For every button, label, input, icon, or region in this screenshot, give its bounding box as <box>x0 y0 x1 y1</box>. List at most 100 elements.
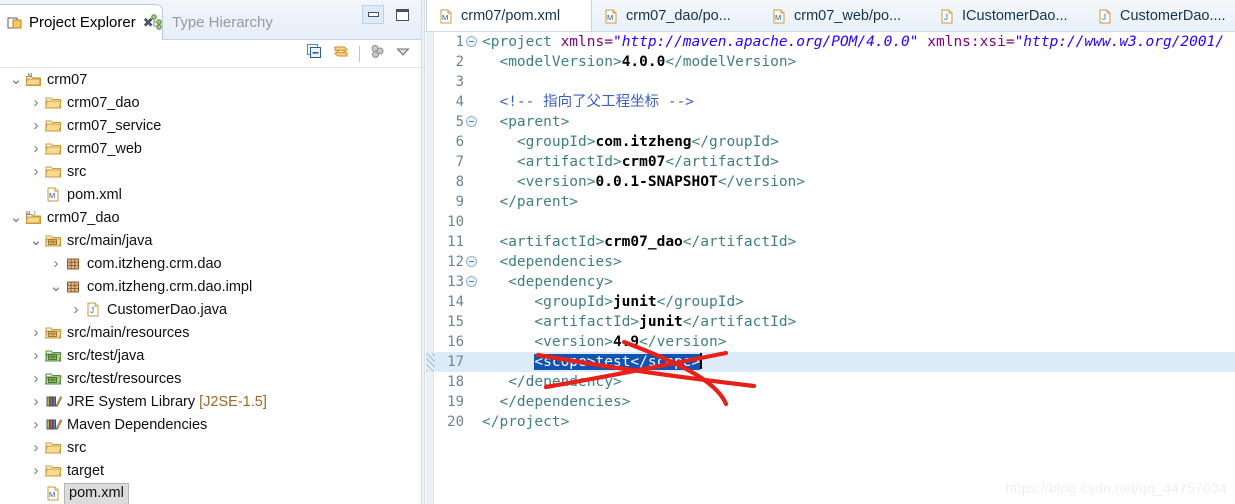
tree-item-crm07[interactable]: ⌄ Mcrm07 <box>0 68 421 91</box>
code-token: </groupId> <box>656 294 744 310</box>
code-line-6[interactable]: 6 <groupId>com.itzheng</groupId> <box>426 132 1235 152</box>
tree-item-target[interactable]: › target <box>0 459 421 482</box>
code-line-20[interactable]: 20 </project> <box>426 412 1235 432</box>
code-line-4[interactable]: 4 <!-- 指向了父工程坐标 --> <box>426 92 1235 112</box>
chevron-down-icon[interactable]: ⌄ <box>48 279 64 294</box>
tree-item-label: src/main/java <box>67 232 153 249</box>
project-explorer-view: Project Explorer ✖ Type Hierarchy ⌄ M cr… <box>0 0 421 504</box>
code-line-8[interactable]: 8 <version>0.0.1-SNAPSHOT</version> <box>426 172 1235 192</box>
tree-item-src-test-resources[interactable]: › src/test/resources <box>0 367 421 390</box>
focus-task-icon[interactable] <box>369 43 386 65</box>
code-line-1[interactable]: 1 <project xmlns="http://maven.apache.org… <box>426 32 1235 52</box>
tree-item-crm07-dao[interactable]: › crm07_dao <box>0 91 421 114</box>
code-token: <modelVersion> <box>482 54 622 70</box>
editor-tab-label: crm07_dao/po... <box>626 8 731 24</box>
tree-item-src-test-java[interactable]: › src/test/java <box>0 344 421 367</box>
editor-area: Mcrm07/pom.xml Mcrm07_dao/po... Mcrm07_web… <box>426 0 1235 504</box>
collapse-all-icon[interactable] <box>306 43 323 65</box>
code-token: <groupId> <box>482 134 596 150</box>
code-line-13[interactable]: 13 <dependency> <box>426 272 1235 292</box>
tree-item-crm07-dao[interactable]: ⌄ M J crm07_dao <box>0 206 421 229</box>
code-line-5[interactable]: 5 <parent> <box>426 112 1235 132</box>
tree-item-src-main-java[interactable]: ⌄ src/main/java <box>0 229 421 252</box>
tree-item-src-main-resources[interactable]: › src/main/resources <box>0 321 421 344</box>
code-line-15[interactable]: 15 <artifactId>junit</artifactId> <box>426 312 1235 332</box>
fold-collapse-icon[interactable] <box>466 36 477 47</box>
chevron-down-icon[interactable]: ⌄ <box>8 72 24 87</box>
tree-item-label: src/test/resources <box>67 370 182 387</box>
line-text: <groupId>junit</groupId> <box>482 292 744 312</box>
tree-item-src[interactable]: › src <box>0 160 421 183</box>
line-number: 19 <box>447 394 464 410</box>
code-line-18[interactable]: 18 </dependency> <box>426 372 1235 392</box>
line-number: 2 <box>455 54 464 70</box>
chevron-down-icon[interactable] <box>395 45 411 64</box>
line-text: <artifactId>junit</artifactId> <box>482 312 796 332</box>
code-token: junit <box>612 294 657 310</box>
chevron-right-icon[interactable]: › <box>68 301 84 318</box>
editor-tab-0[interactable]: Mcrm07/pom.xml <box>426 0 592 31</box>
tree-item-com-itzheng-crm-dao[interactable]: › com.itzheng.crm.dao <box>0 252 421 275</box>
tree-item-label: com.itzheng.crm.dao.impl <box>87 278 253 295</box>
tree-item-maven-dependencies[interactable]: › Maven Dependencies <box>0 413 421 436</box>
fold-collapse-icon[interactable] <box>466 276 477 287</box>
code-line-7[interactable]: 7 <artifactId>crm07</artifactId> <box>426 152 1235 172</box>
tree-item-com-itzheng-crm-dao-impl[interactable]: ⌄ com.itzheng.crm.dao.impl <box>0 275 421 298</box>
chevron-right-icon[interactable]: › <box>28 462 44 479</box>
code-token: <parent> <box>482 114 570 130</box>
chevron-down-icon[interactable]: ⌄ <box>28 233 44 248</box>
code-line-14[interactable]: 14 <groupId>junit</groupId> <box>426 292 1235 312</box>
editor-tab-2[interactable]: Mcrm07_web/po... <box>760 0 928 31</box>
tree-item-jre-system-library[interactable]: › JRE System Library [J2SE-1.5] <box>0 390 421 413</box>
chevron-right-icon[interactable]: › <box>28 347 44 364</box>
tree-item-pom-xml[interactable]: Mpom.xml <box>0 482 421 504</box>
tree-item-crm07-service[interactable]: › crm07_service <box>0 114 421 137</box>
tree-item-customerdao-java[interactable]: › J CustomerDao.java <box>0 298 421 321</box>
code-line-16[interactable]: 16 <version>4.9</version> <box>426 332 1235 352</box>
chevron-right-icon[interactable]: › <box>28 140 44 157</box>
minimize-icon[interactable] <box>362 5 384 24</box>
chevron-down-icon[interactable]: ⌄ <box>8 210 24 225</box>
source-folder-icon <box>44 325 62 340</box>
code-line-12[interactable]: 12 <dependencies> <box>426 252 1235 272</box>
code-line-2[interactable]: 2 <modelVersion>4.0.0</modelVersion> <box>426 52 1235 72</box>
editor-tab-4[interactable]: J CustomerDao.... <box>1086 0 1235 31</box>
project-tree[interactable]: ⌄ Mcrm07 › crm07_dao › crm07_service › crm07_we… <box>0 68 421 504</box>
chevron-right-icon[interactable]: › <box>28 393 44 410</box>
link-with-editor-icon[interactable] <box>332 43 350 65</box>
code-token: <dependency> <box>482 274 613 290</box>
chevron-right-icon[interactable]: › <box>28 94 44 111</box>
chevron-right-icon[interactable]: › <box>28 163 44 180</box>
code-line-19[interactable]: 19 </dependencies> <box>426 392 1235 412</box>
code-line-10[interactable]: 10 <box>426 212 1235 232</box>
tree-item-pom-xml[interactable]: Mpom.xml <box>0 183 421 206</box>
line-number: 20 <box>447 414 464 430</box>
chevron-right-icon[interactable]: › <box>28 416 44 433</box>
code-line-17[interactable]: 17 <scope>test</scope> <box>426 352 1235 372</box>
code-line-9[interactable]: 9 </parent> <box>426 192 1235 212</box>
fold-collapse-icon[interactable] <box>466 256 477 267</box>
library-icon <box>44 394 62 409</box>
chevron-right-icon[interactable]: › <box>28 324 44 341</box>
line-text: </project> <box>482 412 569 432</box>
tab-type-hierarchy[interactable]: Type Hierarchy <box>143 4 281 40</box>
tree-item-src[interactable]: › src <box>0 436 421 459</box>
code-line-3[interactable]: 3 <box>426 72 1235 92</box>
code-line-11[interactable]: 11 <artifactId>crm07_dao</artifactId> <box>426 232 1235 252</box>
maximize-icon[interactable] <box>391 5 413 24</box>
tree-item-label: crm07_service <box>67 117 162 134</box>
editor-tabbar: Mcrm07/pom.xml Mcrm07_dao/po... Mcrm07_web… <box>426 0 1235 32</box>
xml-source-editor[interactable]: 1 <project xmlns="http://maven.apache.org… <box>426 32 1235 504</box>
chevron-right-icon[interactable]: › <box>28 370 44 387</box>
panel-divider[interactable] <box>421 0 425 504</box>
chevron-right-icon[interactable]: › <box>28 117 44 134</box>
chevron-right-icon[interactable]: › <box>48 255 64 272</box>
tree-item-crm07-web[interactable]: › crm07_web <box>0 137 421 160</box>
editor-tab-3[interactable]: J ICustomerDao... <box>928 0 1086 31</box>
tab-project-explorer[interactable]: Project Explorer ✖ <box>0 4 163 40</box>
chevron-right-icon[interactable]: › <box>28 439 44 456</box>
editor-tab-1[interactable]: Mcrm07_dao/po... <box>592 0 760 31</box>
line-number: 9 <box>455 194 464 210</box>
fold-collapse-icon[interactable] <box>466 116 477 127</box>
line-text: </parent> <box>482 192 578 212</box>
